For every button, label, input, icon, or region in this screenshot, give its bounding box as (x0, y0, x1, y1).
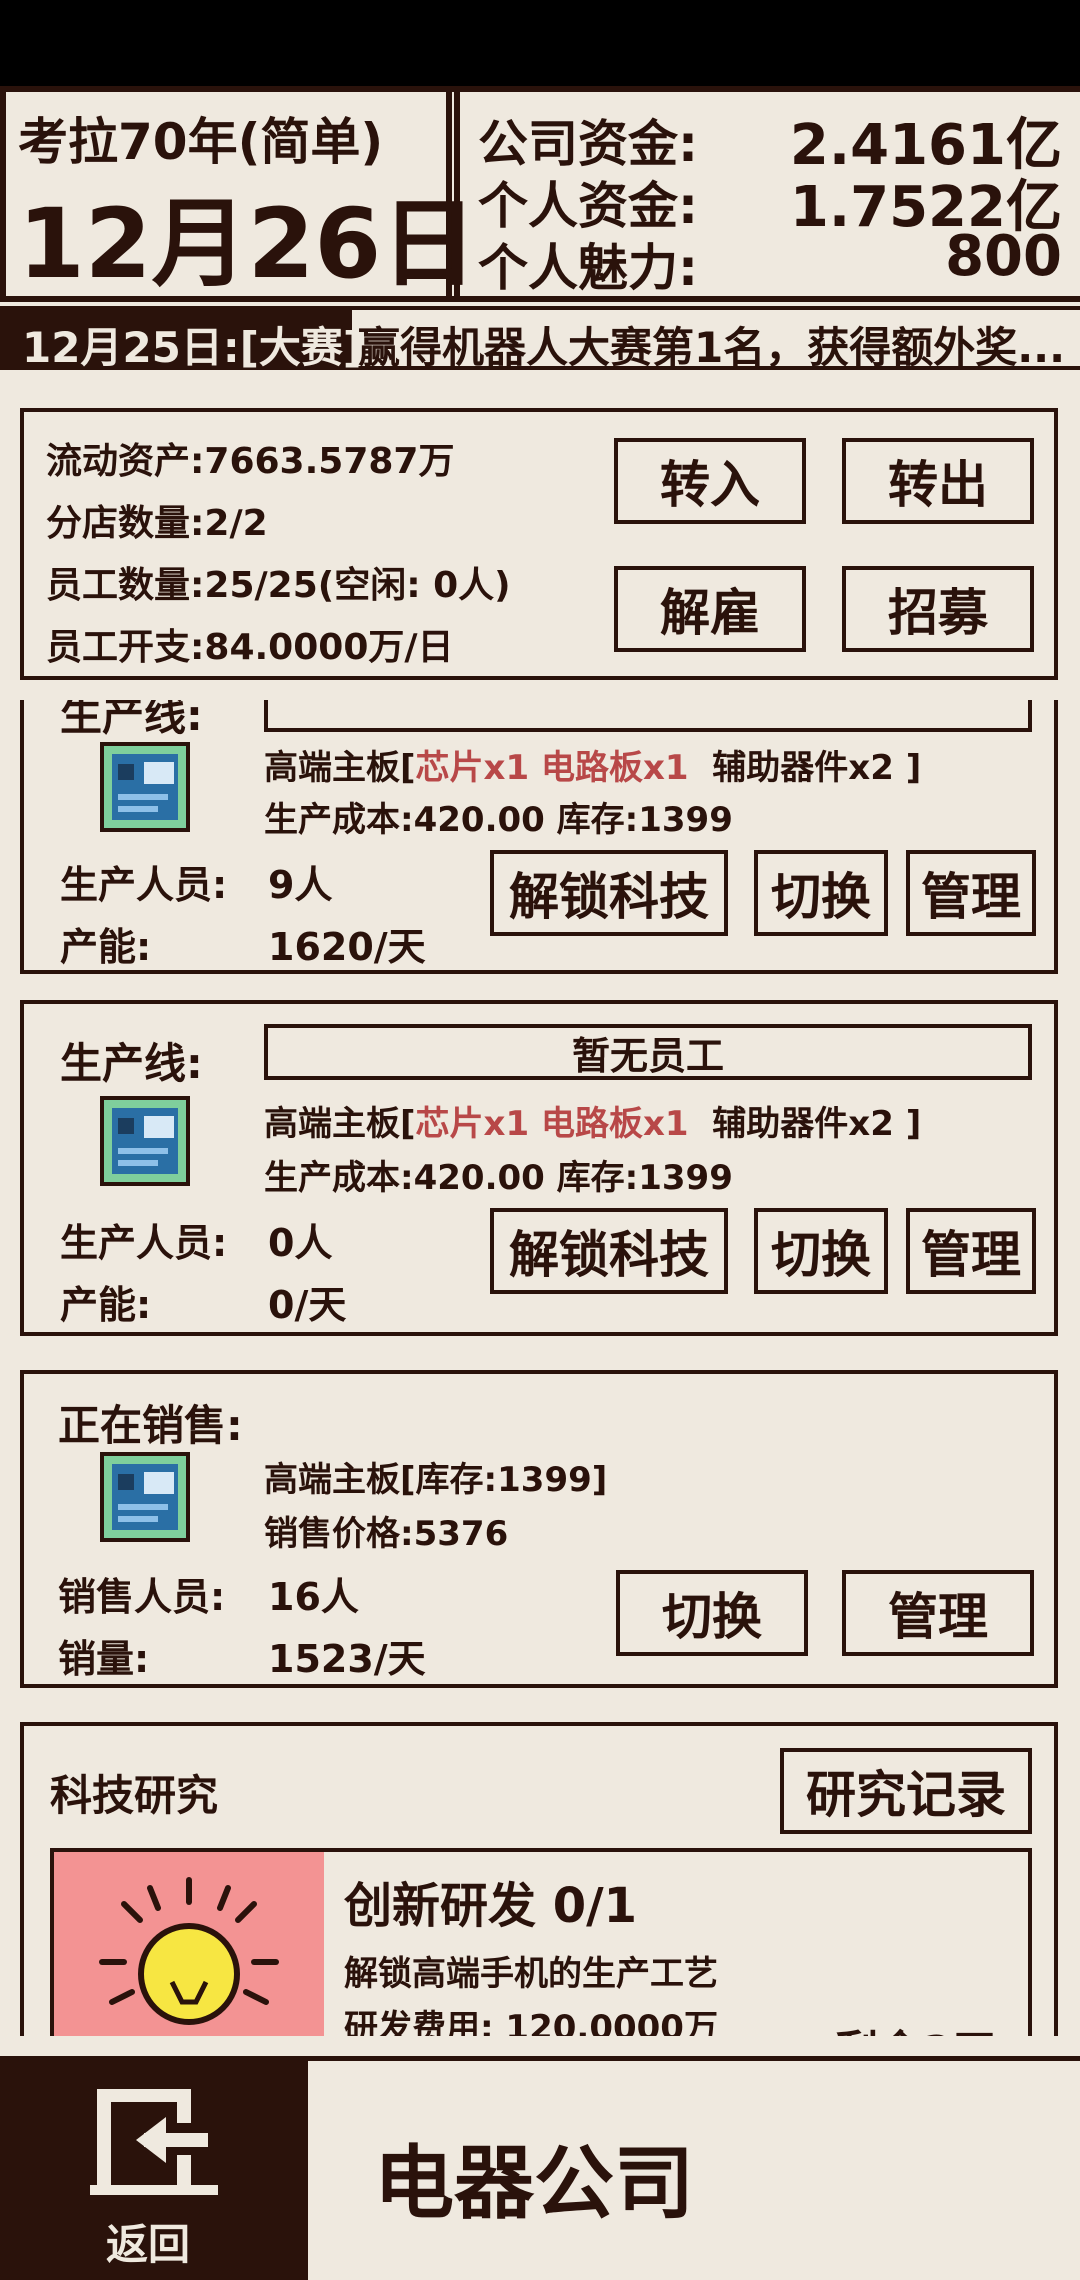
ticker-message: 赢得机器人大赛第1名，获得额外奖... (358, 323, 1066, 370)
switch-button[interactable]: 切换 (754, 850, 888, 936)
fire-button[interactable]: 解雇 (614, 566, 806, 652)
research-title: 科技研究 (50, 1771, 219, 1820)
workers-label: 生产人员: (60, 863, 228, 907)
page-title: 电器公司 (374, 2137, 694, 2230)
back-label: 返回 (106, 2220, 191, 2269)
material-aux: 辅助器件x2 ] (712, 1104, 922, 1144)
lightbulb-icon (99, 1877, 279, 2025)
switch-button[interactable]: 切换 (754, 1208, 888, 1294)
workers-value: 9人 (268, 863, 333, 907)
capacity-label: 产能: (60, 1283, 152, 1327)
material-chip: 芯片x1 (415, 748, 530, 788)
recruit-button[interactable]: 招募 (842, 566, 1034, 652)
material-board: 电路板x1 (540, 748, 689, 788)
research-panel: 科技研究 研究记录 创新研发 0/1 解锁高端手机的生产工艺 研发费用: 120… (20, 1722, 1058, 2036)
research-card-title: 创新研发 0/1 (344, 1878, 638, 1934)
exit-door-icon (90, 2089, 218, 2195)
research-card-cost: 研发费用: 120.0000万 (344, 2008, 718, 2036)
news-ticker[interactable]: 12月25日:[大赛] 赢得机器人大赛第1名，获得额外奖... (0, 306, 1080, 370)
production-line-card: 生产线: 高端主板[芯片x1 电路板x1 辅助器件x2 ] 生产成本:420.0… (20, 700, 1058, 974)
current-date: 12月26日 (18, 188, 478, 300)
material-board: 电路板x1 (540, 1104, 689, 1144)
production-line-card: 生产线: 暂无员工 高端主板[芯片x1 电路板x1 辅助器件x2 ] 生产成本:… (20, 1000, 1058, 1336)
charm-label: 个人魅力: (478, 239, 698, 297)
research-card-remaining: 剩余2天 (834, 2016, 997, 2036)
back-button[interactable]: 返回 (0, 2061, 308, 2280)
material-chip: 芯片x1 (415, 1104, 530, 1144)
sales-staff-label: 销售人员: (58, 1575, 226, 1619)
employee-count: 员工数量:25/25(空闲: 0人) (46, 565, 511, 606)
charm-value: 800 (945, 224, 1062, 289)
unlock-tech-button[interactable]: 解锁科技 (490, 1208, 728, 1294)
sales-product: 高端主板[库存:1399] (264, 1460, 608, 1500)
workers-value: 0人 (268, 1221, 333, 1265)
manage-button[interactable]: 管理 (906, 850, 1036, 936)
production-line-title: 生产线: (60, 700, 203, 740)
capacity-label: 产能: (60, 925, 152, 969)
header-panel: 考拉70年(简单) 12月26日 公司资金: 2.4161亿 个人资金: 1.7… (0, 86, 1080, 302)
transfer-in-button[interactable]: 转入 (614, 438, 806, 524)
bottom-bar: 返回 电器公司 (0, 2056, 1080, 2280)
sales-title: 正在销售: (58, 1401, 243, 1450)
research-card[interactable]: 创新研发 0/1 解锁高端手机的生产工艺 研发费用: 120.0000万 剩余2… (50, 1848, 1032, 2036)
sales-volume-value: 1523/天 (268, 1637, 426, 1681)
research-records-button[interactable]: 研究记录 (780, 1748, 1032, 1834)
sales-price: 销售价格:5376 (264, 1514, 509, 1554)
product-name: 高端主板[ (264, 748, 416, 788)
employee-cost: 员工开支:84.0000万/日 (46, 627, 454, 668)
capacity-value: 0/天 (268, 1283, 347, 1327)
motherboard-icon (100, 742, 190, 832)
motherboard-icon (100, 1452, 190, 1542)
transfer-out-button[interactable]: 转出 (842, 438, 1034, 524)
status-bar (0, 0, 1080, 86)
ticker-prefix: 12月25日:[大赛] (22, 323, 363, 370)
workers-label: 生产人员: (60, 1221, 228, 1265)
production-line-status-bar: 暂无员工 (264, 1024, 1032, 1080)
cost-stock: 生产成本:420.00 库存:1399 (264, 800, 733, 840)
capacity-value: 1620/天 (268, 925, 426, 969)
game-year: 考拉70年(简单) (18, 113, 384, 171)
unlock-tech-button[interactable]: 解锁科技 (490, 850, 728, 936)
sales-manage-button[interactable]: 管理 (842, 1570, 1034, 1656)
sales-card: 正在销售: 高端主板[库存:1399] 销售价格:5376 销售人员: 16人 … (20, 1370, 1058, 1688)
manage-button[interactable]: 管理 (906, 1208, 1036, 1294)
current-assets: 流动资产:7663.5787万 (46, 441, 455, 482)
company-summary-panel: 流动资产:7663.5787万 分店数量:2/2 员工数量:25/25(空闲: … (20, 408, 1058, 680)
research-card-desc: 解锁高端手机的生产工艺 (344, 1954, 718, 1994)
scroll-content[interactable]: 生产线: 高端主板[芯片x1 电路板x1 辅助器件x2 ] 生产成本:420.0… (0, 700, 1080, 2036)
research-card-image (54, 1852, 324, 2036)
material-aux: 辅助器件x2 ] (712, 748, 922, 788)
production-line-title: 生产线: (60, 1039, 203, 1088)
production-line-status-bar (264, 700, 1032, 732)
product-name: 高端主板[ (264, 1104, 416, 1144)
branch-count: 分店数量:2/2 (46, 503, 268, 544)
sales-staff-value: 16人 (268, 1575, 359, 1619)
cost-stock: 生产成本:420.00 库存:1399 (264, 1158, 733, 1198)
sales-volume-label: 销量: (58, 1637, 150, 1681)
sales-switch-button[interactable]: 切换 (616, 1570, 808, 1656)
motherboard-icon (100, 1096, 190, 1186)
no-staff-status: 暂无员工 (571, 1033, 724, 1078)
